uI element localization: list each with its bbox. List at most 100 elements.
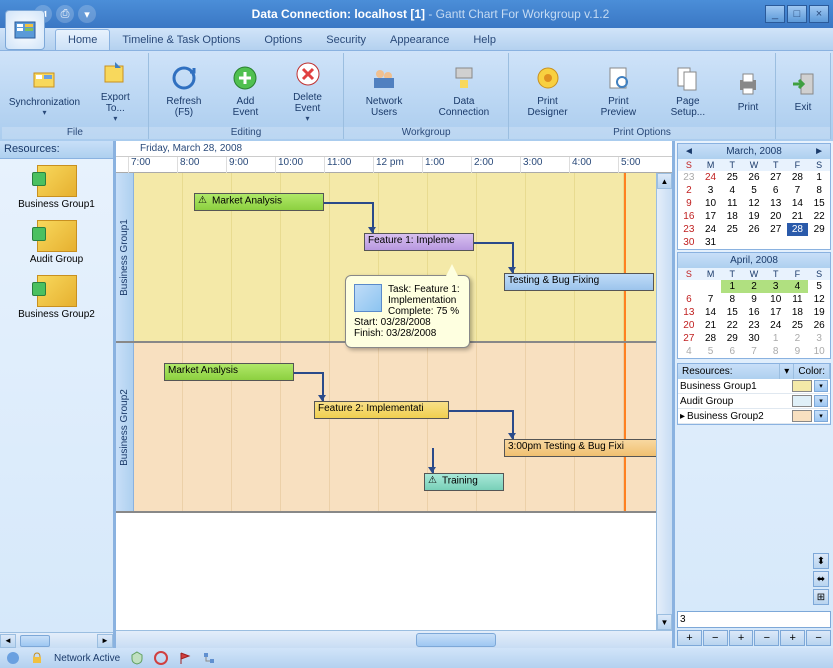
cal-day[interactable] [700,280,722,293]
cal-day[interactable]: 7 [787,184,809,197]
cal-day[interactable]: 7 [743,345,765,358]
maximize-button[interactable]: □ [787,5,807,23]
cal-day[interactable]: 17 [765,306,787,319]
cal-day[interactable]: 9 [743,293,765,306]
delete-event-button[interactable]: Delete Event▾ [274,55,341,125]
zoom-minus-3[interactable]: − [806,630,831,646]
cal-day[interactable]: 27 [765,171,787,184]
cal-day[interactable]: 8 [808,184,830,197]
cal-day[interactable]: 30 [743,332,765,345]
tab-help[interactable]: Help [461,30,508,50]
task-bar[interactable]: 3:00pm Testing & Bug Fixi [504,439,672,457]
print-preview-button[interactable]: Print Preview [584,55,653,125]
gantt-vscroll[interactable]: ▲ ▼ [656,173,672,630]
resource-item[interactable]: ✓Business Group2 [6,275,107,320]
cal-day[interactable]: 4 [678,345,700,358]
cal-day[interactable]: 24 [700,223,722,236]
task-bar[interactable]: Market Analysis [164,363,294,381]
add-event-button[interactable]: Add Event [217,55,274,125]
zoom-input[interactable] [677,611,831,628]
page-setup-button[interactable]: Page Setup... [653,55,723,125]
tab-home[interactable]: Home [55,29,110,50]
cal-day[interactable]: 14 [787,197,809,210]
print-titlebar-icon[interactable]: ⎙ [56,5,74,23]
color-dropdown[interactable]: ▾ [814,380,828,392]
cal-day[interactable]: 27 [765,223,787,236]
status-shield-icon[interactable] [130,651,144,665]
cal-day[interactable]: 24 [765,319,787,332]
cal-day[interactable]: 31 [700,236,722,249]
cal-day[interactable]: 10 [808,345,830,358]
tab-options[interactable]: Options [252,30,314,50]
cal-day[interactable]: 3 [808,332,830,345]
task-bar[interactable]: Feature 1: Impleme [364,233,474,251]
cal-day[interactable]: 15 [721,306,743,319]
cal-day[interactable]: 25 [721,171,743,184]
cal-day[interactable]: 5 [700,345,722,358]
zoom-plus-2[interactable]: + [729,630,754,646]
export-button[interactable]: Export To...▾ [85,55,146,125]
cal-day[interactable]: 6 [765,184,787,197]
cal-day[interactable]: 11 [721,197,743,210]
cal-day[interactable]: 5 [743,184,765,197]
cal-day[interactable]: 28 [787,171,809,184]
res-header-dropdown[interactable]: ▾ [780,364,794,379]
cal-day[interactable]: 4 [721,184,743,197]
cal-day[interactable]: 8 [765,345,787,358]
cal-day[interactable]: 29 [808,223,830,236]
cal-day[interactable]: 14 [700,306,722,319]
cal-day[interactable]: 4 [787,280,809,293]
cal-day[interactable]: 18 [787,306,809,319]
cal-day[interactable]: 12 [808,293,830,306]
cal-day[interactable]: 2 [787,332,809,345]
scroll-up-icon[interactable]: ▲ [657,173,672,189]
cal-day[interactable]: 13 [765,197,787,210]
resources-hscroll[interactable]: ◄ ► [0,632,113,648]
gantt-row-content[interactable]: Market AnalysisFeature 2: Implementati3:… [134,343,672,511]
gantt-hscroll[interactable] [116,630,672,648]
scroll-thumb[interactable] [20,635,50,647]
cal-day[interactable] [678,280,700,293]
cal-day[interactable]: 9 [787,345,809,358]
zoom-fit-button[interactable]: ⊞ [813,589,829,605]
task-bar[interactable]: Testing & Bug Fixing [504,273,654,291]
minimize-button[interactable]: _ [765,5,785,23]
cal-prev[interactable]: ◄ [680,146,698,157]
cal-day[interactable]: 9 [678,197,700,210]
cal-day[interactable]: 20 [678,319,700,332]
dropdown-titlebar-icon[interactable]: ▾ [78,5,96,23]
sync-button[interactable]: Synchronization▾ [4,55,85,125]
cal-day[interactable]: 21 [787,210,809,223]
cal-day[interactable]: 10 [765,293,787,306]
gantt-scroll-thumb[interactable] [416,633,496,647]
tab-security[interactable]: Security [314,30,378,50]
cal-day[interactable]: 26 [743,223,765,236]
cal-day[interactable]: 16 [743,306,765,319]
cal-day[interactable]: 29 [721,332,743,345]
cal-day[interactable]: 22 [721,319,743,332]
cal-day[interactable]: 30 [678,236,700,249]
scroll-down-icon[interactable]: ▼ [657,614,672,630]
cal-day[interactable]: 21 [700,319,722,332]
cal-day[interactable]: 28 [700,332,722,345]
cal-day[interactable]: 19 [808,306,830,319]
status-tree-icon[interactable] [202,651,216,665]
cal-day[interactable]: 18 [721,210,743,223]
zoom-minus-2[interactable]: − [754,630,779,646]
status-stop-icon[interactable] [154,651,168,665]
zoom-plus-3[interactable]: + [780,630,805,646]
status-lock[interactable] [30,651,44,665]
cal-day[interactable]: 24 [700,171,722,184]
resource-item[interactable]: ✓Business Group1 [6,165,107,210]
cal-day[interactable]: 26 [743,171,765,184]
data-connection-button[interactable]: Data Connection [422,55,506,125]
cal-day[interactable]: 2 [678,184,700,197]
cal-day[interactable]: 26 [808,319,830,332]
zoom-down-button[interactable]: ⬌ [813,571,829,587]
status-flag-icon[interactable] [178,651,192,665]
resource-color-row[interactable]: ▸Business Group2▾ [678,409,830,424]
cal-day[interactable]: 25 [721,223,743,236]
cal-day[interactable]: 25 [787,319,809,332]
zoom-minus-1[interactable]: − [703,630,728,646]
cal-day[interactable]: 7 [700,293,722,306]
